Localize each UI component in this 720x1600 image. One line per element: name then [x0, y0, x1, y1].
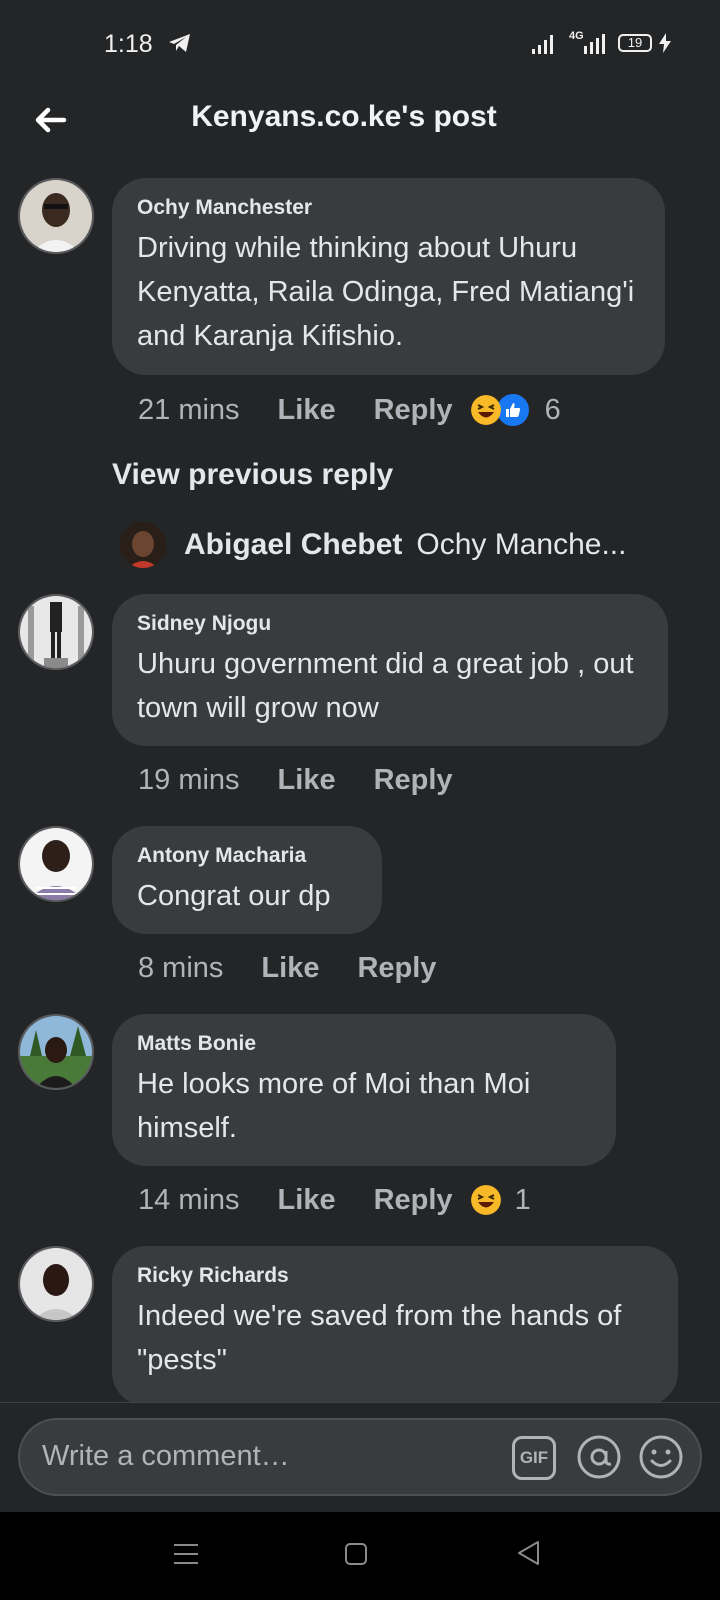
reactions-summary[interactable]: 1	[470, 1183, 531, 1217]
smiley-icon[interactable]	[638, 1434, 684, 1480]
avatar[interactable]	[120, 522, 166, 568]
comment-time: 21 mins	[138, 393, 240, 426]
haha-reaction-icon	[470, 395, 501, 425]
triangle-back-icon[interactable]	[516, 1540, 540, 1566]
comment-input[interactable]: Write a comment… GIF	[18, 1418, 702, 1496]
menu-icon[interactable]	[174, 1542, 198, 1566]
status-bar: 1:18 4G 19	[0, 0, 720, 90]
comment-text: Driving while thinking about Uhuru Kenya…	[137, 232, 635, 352]
comment-input-placeholder: Write a comment…	[42, 1440, 290, 1472]
like-button[interactable]: Like	[278, 1184, 336, 1217]
comment-actions: 21 mins Like Reply 6	[138, 390, 561, 430]
signal-icon	[532, 35, 553, 54]
comment-author[interactable]: Ochy Manchester	[137, 196, 641, 220]
comment-time: 8 mins	[138, 951, 224, 984]
comment-text: Uhuru government did a great job , out t…	[137, 648, 634, 724]
like-button[interactable]: Like	[261, 952, 319, 985]
comment-text: Indeed we're saved from the hands of "pe…	[137, 1300, 622, 1376]
comment-bubble[interactable]: Ricky Richards Indeed we're saved from t…	[112, 1246, 678, 1406]
home-square-icon[interactable]	[344, 1542, 368, 1566]
comment-author[interactable]: Sidney Njogu	[137, 612, 644, 636]
reaction-count: 6	[544, 393, 561, 426]
avatar[interactable]	[18, 178, 94, 254]
system-nav-bar	[0, 1512, 720, 1600]
view-previous-reply-link[interactable]: View previous reply	[112, 458, 393, 492]
avatar[interactable]	[18, 1246, 94, 1322]
page-title: Kenyans.co.ke's post	[191, 100, 497, 133]
comment-author[interactable]: Ricky Richards	[137, 1264, 654, 1288]
comment-bubble[interactable]: Antony Macharia Congrat our dp	[112, 826, 382, 934]
nested-reply-preview[interactable]: Abigael Chebet Ochy Manche...	[120, 522, 626, 568]
reply-button[interactable]: Reply	[374, 764, 453, 797]
comment-author[interactable]: Matts Bonie	[137, 1032, 592, 1056]
comment-actions: 19 mins Like Reply	[138, 760, 491, 800]
haha-reaction-icon	[470, 1185, 501, 1215]
comment-time: 19 mins	[138, 763, 240, 796]
like-button[interactable]: Like	[278, 394, 336, 427]
network-label: 4G	[569, 30, 584, 42]
comment-actions: 14 mins Like Reply 1	[138, 1180, 531, 1220]
nested-reply-text: Ochy Manche...	[416, 528, 627, 561]
comment-bubble[interactable]: Matts Bonie He looks more of Moi than Mo…	[112, 1014, 616, 1166]
comment-bubble[interactable]: Ochy Manchester Driving while thinking a…	[112, 178, 665, 375]
nested-reply-author[interactable]: Abigael Chebet	[184, 528, 402, 562]
comment-author[interactable]: Antony Macharia	[137, 844, 358, 868]
bolt-icon	[659, 33, 671, 53]
reply-button[interactable]: Reply	[374, 1184, 453, 1217]
telegram-icon	[169, 34, 190, 52]
reactions-summary[interactable]: 6	[470, 392, 561, 428]
at-icon[interactable]	[576, 1434, 622, 1480]
comment-text: Congrat our dp	[137, 880, 331, 912]
gif-button[interactable]: GIF	[512, 1436, 556, 1480]
avatar[interactable]	[18, 826, 94, 902]
avatar[interactable]	[18, 594, 94, 670]
status-time: 1:18	[104, 30, 153, 58]
comment-text: He looks more of Moi than Moi himself.	[137, 1068, 531, 1144]
header: Kenyans.co.ke's post	[0, 90, 720, 150]
reaction-count: 1	[514, 1183, 531, 1216]
avatar[interactable]	[18, 1014, 94, 1090]
comment-time: 14 mins	[138, 1183, 240, 1216]
comment-bubble[interactable]: Sidney Njogu Uhuru government did a grea…	[112, 594, 668, 746]
like-button[interactable]: Like	[278, 764, 336, 797]
reply-button[interactable]: Reply	[357, 952, 436, 985]
comment-actions: 8 mins Like Reply	[138, 948, 474, 988]
reply-button[interactable]: Reply	[374, 394, 453, 427]
signal-4g-icon	[584, 34, 605, 54]
battery-icon: 19	[618, 34, 652, 52]
